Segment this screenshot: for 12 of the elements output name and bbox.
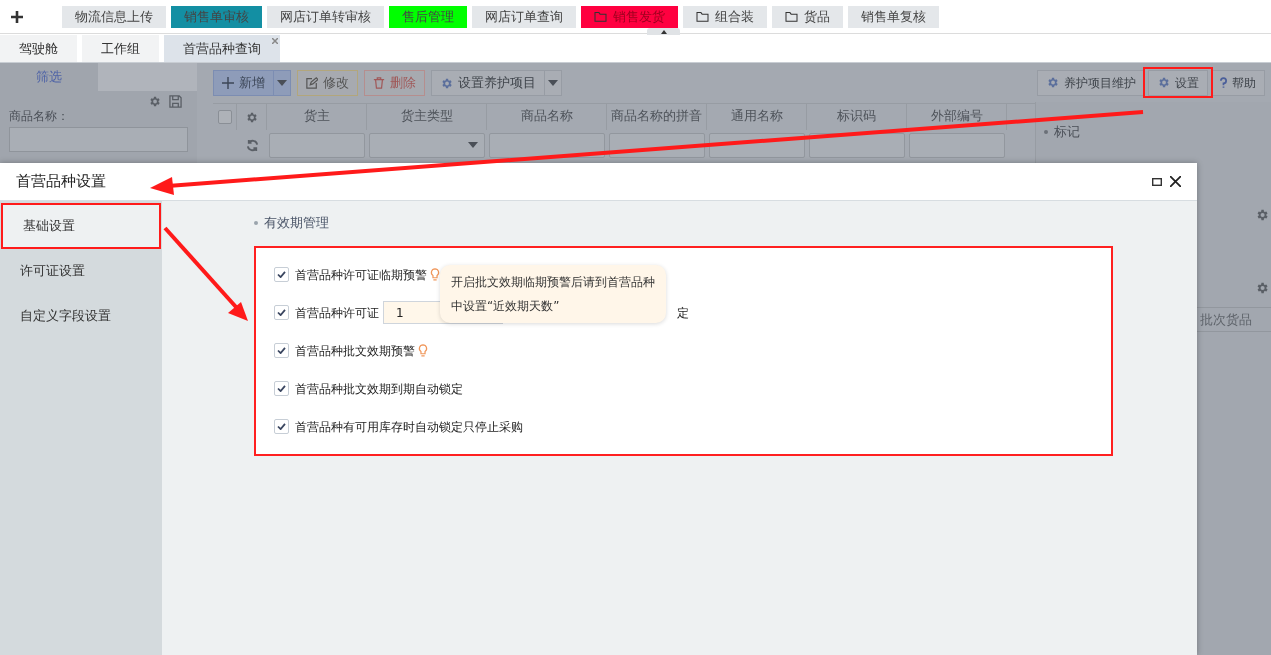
section-title: 有效期管理 [264, 214, 329, 232]
option-label: 首营品种批文效期预警 [295, 342, 415, 360]
column-header: 批次货品 [1200, 310, 1252, 329]
tooltip: 开启批文效期临期预警后请到首营品种中设置“近效期天数” [440, 264, 666, 323]
option-label: 定 [677, 304, 689, 322]
dialog-title: 首营品种设置 [16, 171, 107, 193]
panel-title: 标记 [1054, 123, 1080, 141]
option-label: 首营品种有可用库存时自动锁定只停止采购 [295, 418, 523, 436]
option-label: 首营品种许可证 [295, 304, 379, 322]
field-label: 商品名称： [9, 108, 70, 124]
option-label: 首营品种批文效期到期自动锁定 [295, 380, 463, 398]
option-label: 首营品种许可证临期预警 [295, 266, 427, 284]
